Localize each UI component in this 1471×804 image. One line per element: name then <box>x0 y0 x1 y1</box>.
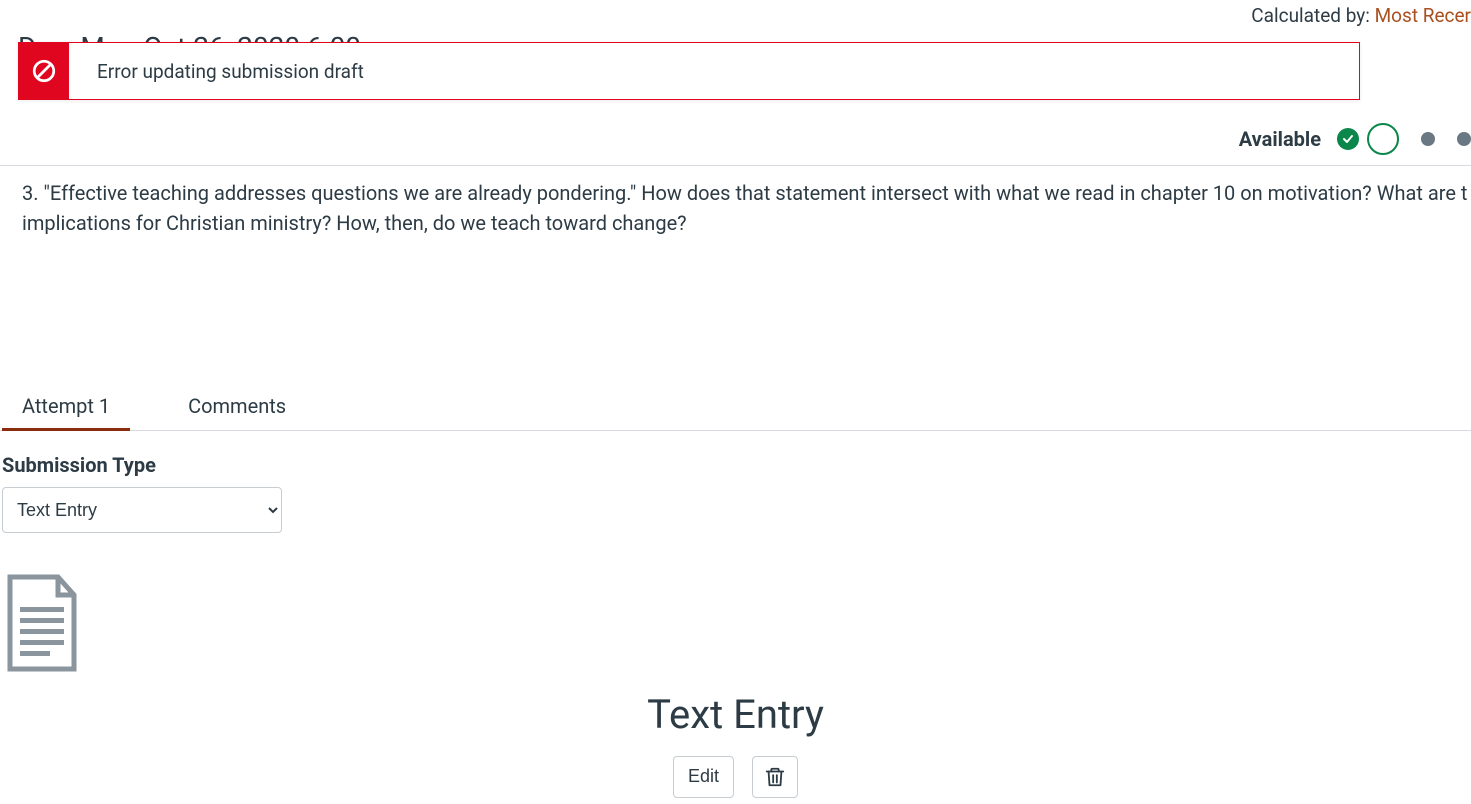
step-complete-indicator <box>1337 128 1359 150</box>
calculated-by-line: Calculated by: Most Recer <box>0 0 1471 27</box>
error-alert-message: Error updating submission draft <box>69 43 392 99</box>
no-entry-icon <box>19 43 69 99</box>
tab-comments[interactable]: Comments <box>168 388 306 431</box>
calculated-by-link[interactable]: Most Recer <box>1375 4 1471 27</box>
text-entry-title: Text Entry <box>0 691 1471 738</box>
submission-type-label: Submission Type <box>0 431 1471 487</box>
edit-button[interactable]: Edit <box>673 756 734 798</box>
delete-button[interactable] <box>752 756 798 798</box>
text-entry-panel: Text Entry Edit <box>0 573 1471 798</box>
calculated-by-label: Calculated by: <box>1251 4 1374 27</box>
step-current-indicator <box>1367 123 1399 155</box>
submission-type-select[interactable]: Text Entry <box>2 487 282 533</box>
trash-icon <box>764 766 786 788</box>
submission-tabs: Attempt 1 Comments <box>0 388 1471 431</box>
step-future-indicator <box>1457 132 1471 146</box>
check-icon <box>1342 133 1354 145</box>
available-label: Available <box>1239 127 1321 151</box>
document-icon <box>0 573 84 673</box>
step-future-indicator <box>1421 132 1435 146</box>
tab-attempt-1[interactable]: Attempt 1 <box>2 388 130 431</box>
error-alert: Error updating submission draft <box>18 42 1360 100</box>
assignment-question-text: 3. "Effective teaching addresses questio… <box>0 166 1471 238</box>
